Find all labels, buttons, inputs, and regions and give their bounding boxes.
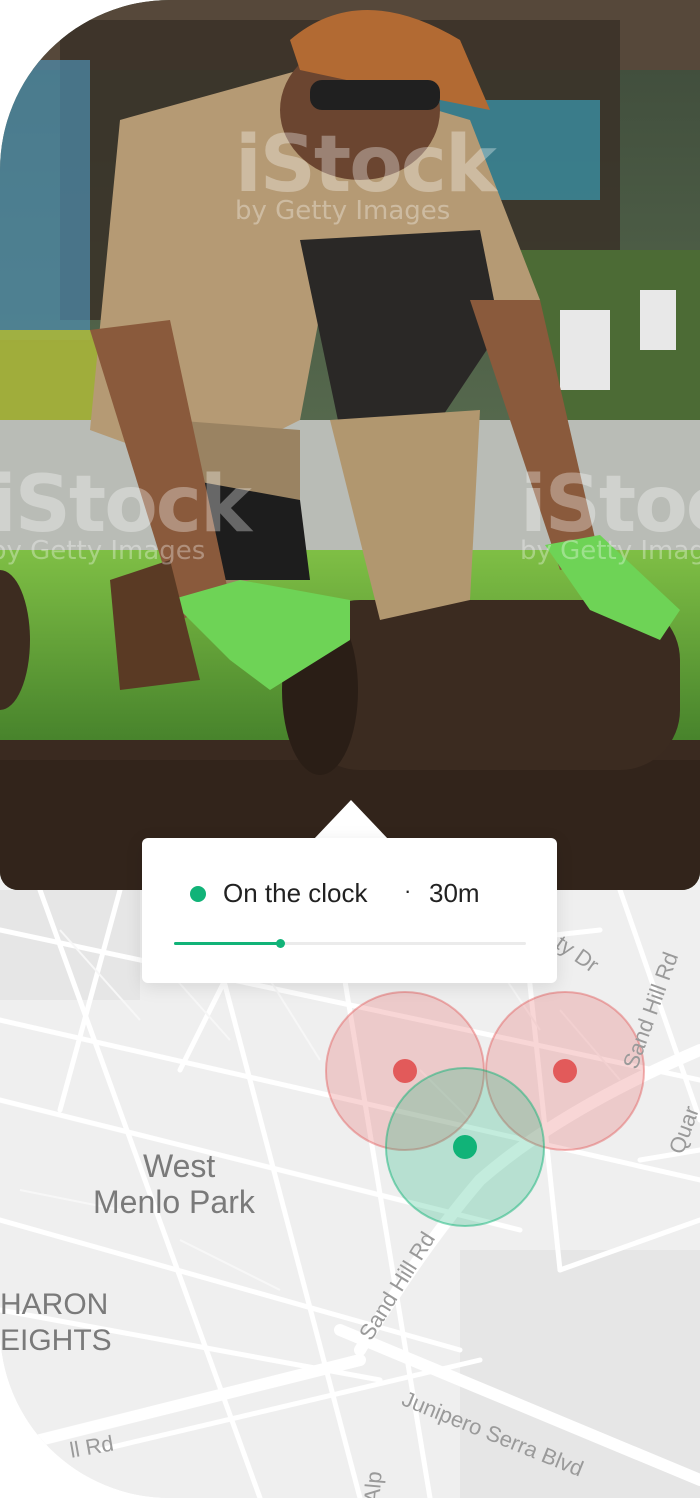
map-place-label: Menlo Park xyxy=(93,1184,255,1220)
road-label: Alp xyxy=(359,1470,387,1498)
location-pin-green xyxy=(453,1135,477,1159)
shift-progress-fill xyxy=(174,942,280,945)
landscaper-illustration xyxy=(0,0,700,890)
onboarding-card: iStock by Getty Images iStock by Getty I… xyxy=(0,0,700,1498)
status-label: On the clock xyxy=(223,878,368,908)
worker-photo: iStock by Getty Images iStock by Getty I… xyxy=(0,0,700,890)
map-place-label: EIGHTS xyxy=(0,1324,112,1357)
status-popover: On the clock · 30m xyxy=(142,838,557,983)
popover-arrow xyxy=(313,800,389,840)
status-duration: 30m xyxy=(429,878,480,908)
shift-progress-bar xyxy=(174,939,526,948)
shift-progress-knob xyxy=(275,939,285,948)
map-place-label: HARON xyxy=(0,1288,109,1321)
status-dot xyxy=(190,886,206,902)
map-place-label: West xyxy=(143,1148,216,1184)
location-pin-red xyxy=(393,1059,417,1083)
status-separator: · xyxy=(404,878,412,903)
location-pin-red xyxy=(553,1059,577,1083)
